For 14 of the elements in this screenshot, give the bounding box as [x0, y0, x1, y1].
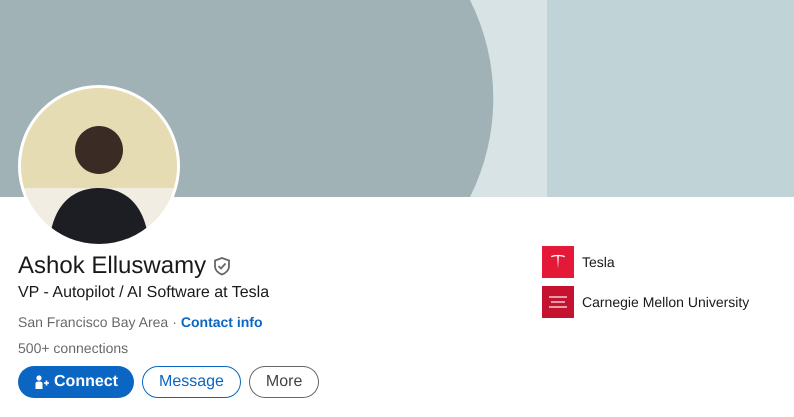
add-person-icon	[34, 374, 50, 390]
company-logo-icon	[542, 246, 574, 278]
school-name[interactable]: Carnegie Mellon University	[582, 294, 750, 310]
headline: VP - Autopilot / AI Software at Tesla	[18, 283, 270, 303]
profile-action-button[interactable]: More	[248, 366, 320, 398]
profile-action-button[interactable]: Message	[142, 366, 241, 398]
company-name[interactable]: Tesla	[582, 254, 615, 270]
contact-info-link[interactable]: Contact info	[180, 313, 263, 331]
connect-button[interactable]: Connect	[18, 366, 134, 398]
connections-count: 500+ connections	[18, 339, 130, 357]
profile-name: Ashok Elluswamy	[18, 252, 206, 280]
separator-dot: ·	[172, 313, 177, 331]
location: San Francisco Bay Area	[18, 313, 168, 331]
school-logo-icon	[542, 286, 574, 318]
